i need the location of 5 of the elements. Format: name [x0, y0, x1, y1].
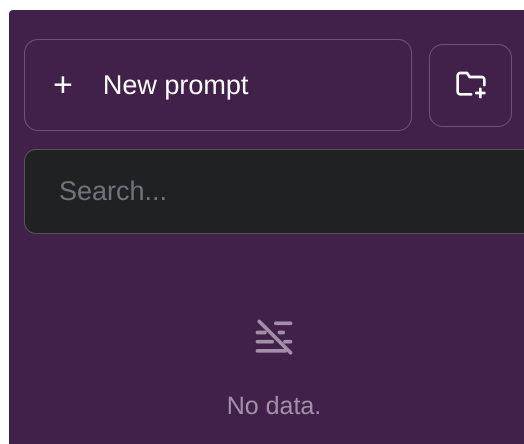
folder-plus-icon: [454, 69, 486, 101]
empty-message: No data.: [226, 391, 322, 422]
new-folder-button[interactable]: [429, 44, 512, 126]
search-field[interactable]: Search...: [24, 149, 524, 234]
new-prompt-button[interactable]: + New prompt: [24, 39, 412, 131]
